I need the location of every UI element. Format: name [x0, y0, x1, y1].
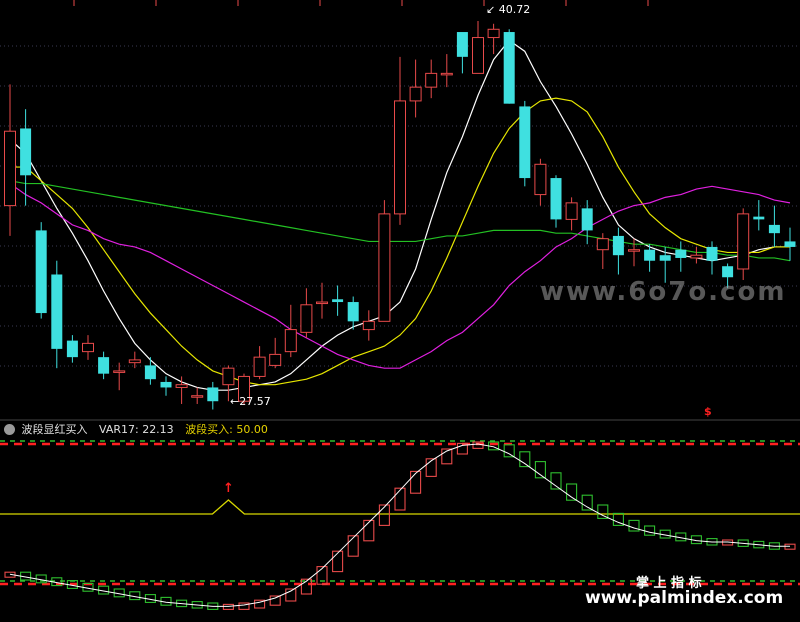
candle-body-up [191, 395, 204, 398]
high-price-label: ↙ 40.72 [486, 3, 531, 16]
buy-value-label: 波段买入: 50.00 [185, 423, 268, 436]
candle-body-down [20, 128, 32, 176]
candle-body-up [362, 320, 375, 331]
candle-body-up [4, 130, 16, 207]
brand-watermark-url: www.palmindex.com [585, 588, 784, 608]
candle-body-up [316, 301, 328, 305]
candle-body-down [332, 299, 344, 303]
candle-body-down [207, 387, 219, 402]
candle-body-up [737, 213, 750, 270]
candle-body-up [253, 356, 266, 377]
candle-body-up [269, 353, 282, 366]
candle-body-down [550, 178, 562, 220]
candle-body-up [425, 72, 438, 88]
signal-line [0, 499, 800, 515]
indicator-bar-rising [347, 535, 359, 557]
candle-body-down [722, 266, 734, 278]
candle-body-down [456, 32, 468, 57]
indicator-bar-rising [363, 519, 375, 542]
candle-body-down [503, 32, 515, 104]
candle-body-up [534, 163, 547, 196]
candle-body-up [378, 213, 391, 322]
candle-body-down [784, 241, 796, 247]
indicator-bar-falling [581, 494, 593, 511]
candle-body-down [66, 340, 78, 358]
indicator-bar-falling [597, 504, 609, 519]
indicator-collapse-icon[interactable] [4, 424, 15, 435]
stock-chart-window: ↑ 波段显红买入 VAR17: 22.13 波段买入: 50.00 ↙ 40.7… [0, 0, 800, 622]
indicator-bar-falling [644, 525, 656, 536]
candle-body-down [753, 216, 765, 220]
candle-body-up [565, 202, 578, 220]
candle-body-down [519, 106, 531, 179]
high-arrow-icon: ↙ [486, 3, 496, 16]
indicator-bar-rising [378, 504, 390, 526]
candle-body-down [51, 274, 63, 349]
candle-body-down [581, 208, 593, 231]
candle-body-down [347, 302, 359, 322]
candle-body-up [628, 249, 640, 252]
low-arrow-icon: ← [230, 395, 240, 408]
candle-body-up [175, 384, 188, 388]
site-watermark: www.6o7o.com [540, 277, 787, 307]
buy-arrow-icon: ↑ [223, 481, 234, 496]
candle-body-down [98, 357, 110, 374]
low-price-label: ←27.57 [230, 395, 271, 408]
sell-signal-icon: $ [704, 405, 712, 418]
candle-body-down [35, 230, 47, 314]
candle-body-down [144, 365, 156, 380]
candle-body-up [487, 28, 500, 39]
indicator-bar-rising [332, 550, 344, 573]
indicator-bar-falling [503, 444, 515, 458]
candle-body-up [113, 370, 126, 373]
candle-body-up [284, 329, 297, 353]
candle-body-down [160, 381, 172, 388]
candle-body-down [612, 235, 624, 256]
indicator-title: 波段显红买入 [21, 423, 88, 436]
candle-body-up [300, 304, 313, 333]
indicator-bar-rising [394, 487, 406, 511]
indicator-bar-rising [410, 470, 422, 494]
var17-label: VAR17: 22.13 [99, 423, 174, 436]
candle-body-up [394, 100, 406, 215]
candle-body-up [222, 367, 235, 386]
indicator-bar-rising [269, 595, 281, 606]
candle-body-down [768, 224, 780, 234]
candle-body-down [659, 255, 671, 261]
indicator-bar-falling [519, 451, 531, 468]
indicator-header: 波段显红买入 VAR17: 22.13 波段买入: 50.00 [0, 421, 800, 439]
candle-body-up [690, 254, 703, 259]
candle-body-up [472, 37, 484, 74]
price-chart-canvas: ↑ [0, 0, 800, 610]
candle-body-up [596, 238, 609, 251]
candle-body-up [409, 86, 422, 102]
candle-body-down [675, 249, 687, 258]
candle-body-up [128, 359, 141, 364]
candle-body-down [706, 246, 718, 261]
candle-body-up [440, 72, 453, 76]
candle-body-up [82, 342, 94, 353]
candle-body-down [644, 249, 656, 261]
